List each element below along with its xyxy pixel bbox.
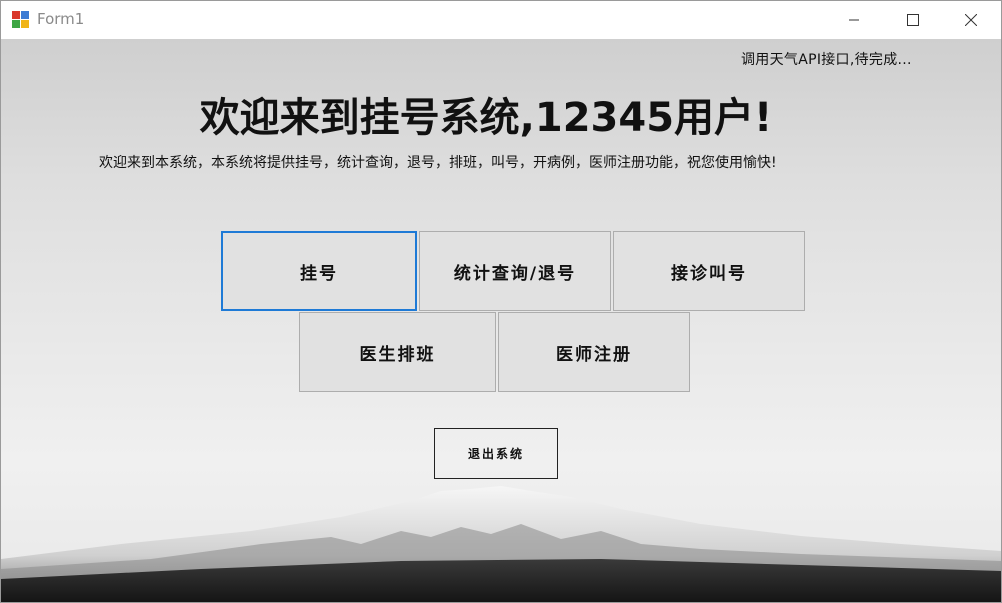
- weather-text: 调用天气API接口,待完成...: [741, 52, 912, 68]
- doctor-register-button[interactable]: 医师注册: [498, 312, 690, 392]
- welcome-title: 欢迎来到挂号系统,12345用户!: [199, 95, 773, 141]
- intro-text: 欢迎来到本系统，本系统将提供挂号，统计查询，退号，排班，叫号，开病例，医师注册功…: [99, 155, 777, 171]
- maximize-button[interactable]: [890, 1, 936, 39]
- stats-refund-button[interactable]: 统计查询/退号: [419, 231, 611, 311]
- minimize-button[interactable]: [831, 1, 877, 39]
- title-bar[interactable]: Form1: [1, 1, 1001, 39]
- app-icon: [12, 11, 30, 29]
- doctor-schedule-button[interactable]: 医生排班: [299, 312, 496, 392]
- window-title: Form1: [37, 10, 85, 28]
- reception-call-button[interactable]: 接诊叫号: [613, 231, 805, 311]
- close-button[interactable]: [948, 1, 994, 39]
- close-icon: [965, 14, 977, 26]
- register-button[interactable]: 挂号: [221, 231, 417, 311]
- maximize-icon: [907, 14, 919, 26]
- minimize-icon: [849, 19, 859, 21]
- exit-button[interactable]: 退出系统: [434, 428, 558, 479]
- main-window: Form1 调用天气API接口,待完成... 欢迎来到挂号系统,12345用户!…: [0, 0, 1002, 603]
- client-area: 调用天气API接口,待完成... 欢迎来到挂号系统,12345用户! 欢迎来到本…: [1, 39, 1001, 602]
